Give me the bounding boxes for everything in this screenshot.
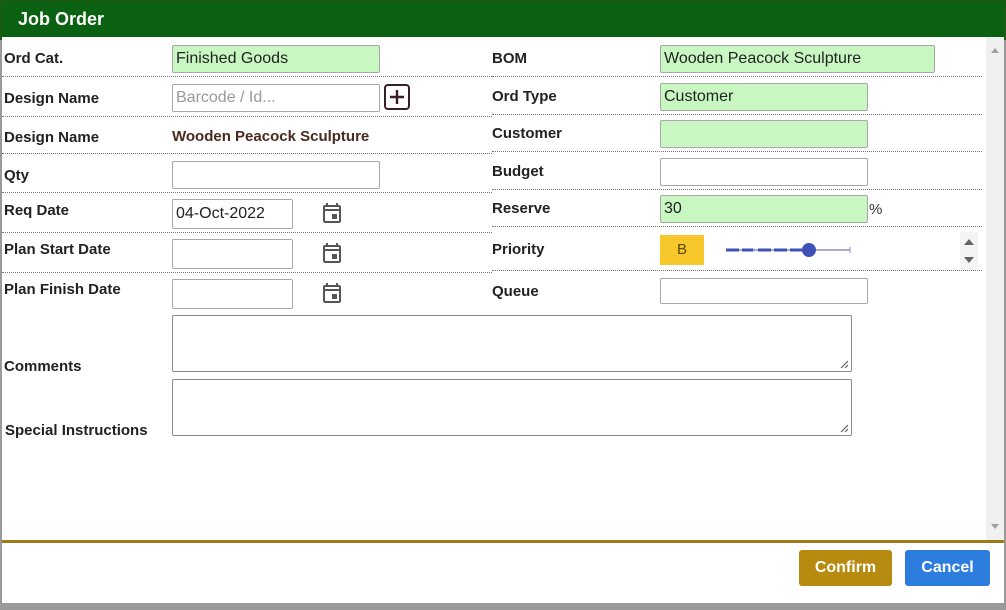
queue-label: Queue [492,283,539,300]
row-divider [492,189,982,190]
reserve-label: Reserve [492,200,551,217]
confirm-button[interactable]: Confirm [799,550,892,586]
design-name-label-2: Design Name [4,129,100,146]
calendar-icon[interactable] [320,281,344,305]
add-design-button[interactable] [384,84,410,110]
req-date-input[interactable]: 04-Oct-2022 [172,199,293,229]
row-divider [492,151,982,152]
qty-label: Qty [4,167,30,184]
budget-input[interactable] [660,158,868,186]
special-instructions-textarea[interactable] [172,379,852,436]
row-divider [2,232,492,233]
row-divider [492,226,982,227]
special-instructions-label: Special Instructions [5,422,148,439]
resize-grip-icon[interactable] [840,424,849,433]
priority-slider-thumb[interactable] [801,243,816,257]
customer-label: Customer [492,125,563,142]
bom-label: BOM [492,50,527,67]
bom-field[interactable]: Wooden Peacock Sculpture [660,45,935,73]
scroll-down-icon [991,524,999,529]
ord-cat-label: Ord Cat. [4,50,64,67]
row-divider [492,270,982,271]
row-divider [2,153,492,154]
queue-input[interactable] [660,278,868,304]
priority-badge: B [660,235,704,265]
comments-textarea[interactable] [172,315,852,372]
plan-finish-date-label: Plan Finish Date [4,281,121,298]
ord-cat-field[interactable]: Finished Goods [172,45,380,73]
ord-type-field[interactable]: Customer [660,83,868,111]
priority-slider[interactable] [724,240,852,260]
dialog-title: Job Order [2,2,1004,37]
footer-divider [2,540,1004,543]
design-search-placeholder: Barcode / Id... [176,89,276,106]
design-search-input[interactable]: Barcode / Id... [172,84,380,112]
ord-type-label: Ord Type [492,88,557,105]
calendar-icon[interactable] [320,241,344,265]
cancel-button[interactable]: Cancel [905,550,990,586]
comments-label: Comments [4,358,82,375]
plan-start-date-label: Plan Start Date [4,241,111,258]
plus-icon [390,90,404,104]
row-divider [2,76,492,77]
qty-input[interactable] [172,161,380,189]
priority-label: Priority [492,241,545,258]
row-divider [492,114,982,115]
row-divider [2,192,492,193]
customer-field[interactable] [660,120,868,148]
job-order-dialog: Job Order Ord Cat. Finished Goods Design… [2,2,1004,603]
design-name-value: Wooden Peacock Sculpture [172,128,370,145]
plan-start-date-input[interactable] [172,239,293,269]
scroll-up-icon [991,48,999,53]
row-divider [2,272,492,273]
req-date-label: Req Date [4,202,70,219]
reserve-unit: % [869,201,883,218]
budget-label: Budget [492,163,544,180]
priority-spinner[interactable] [960,232,978,270]
calendar-icon[interactable] [320,201,344,225]
row-divider [2,116,492,117]
row-divider [492,76,982,77]
plan-finish-date-input[interactable] [172,279,293,309]
reserve-input[interactable]: 30 [660,195,868,223]
vertical-scrollbar[interactable] [986,37,1004,540]
design-name-label: Design Name [4,90,100,107]
resize-grip-icon[interactable] [840,360,849,369]
